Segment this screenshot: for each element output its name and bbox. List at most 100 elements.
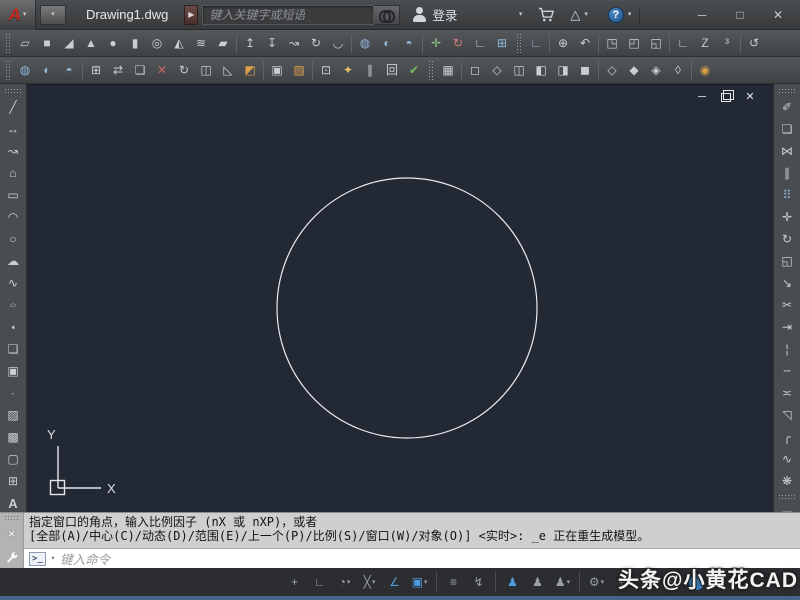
union-icon[interactable]: ◍ (354, 32, 376, 55)
array-icon[interactable]: ⠿ (776, 184, 799, 206)
spline-icon[interactable]: ∿ (2, 272, 25, 294)
ellipse-icon[interactable]: ○ (2, 294, 25, 316)
ortho-mode-icon[interactable]: ∟ (308, 570, 331, 594)
annotation-scale-icon[interactable]: ♟ ▾ (551, 570, 574, 594)
command-close-button[interactable]: ✕ (8, 527, 15, 540)
hatch-icon[interactable]: ▨ (2, 404, 25, 426)
polygon-icon[interactable]: ⌂ (2, 162, 25, 184)
selection-cycling-icon[interactable]: ↯ (467, 570, 490, 594)
box-icon[interactable]: ■ (36, 32, 58, 55)
ucs-object-icon[interactable]: ◰ (623, 32, 645, 55)
planar-surface-icon[interactable]: ▰ (212, 32, 234, 55)
mirror-icon[interactable]: ⋈ (776, 140, 799, 162)
break-at-point-icon[interactable]: ¦ (776, 338, 799, 360)
toolbar-grip[interactable] (5, 33, 11, 53)
autoscale-icon[interactable]: ♟ (526, 570, 549, 594)
app-menu-button[interactable]: A ▾ (0, 0, 36, 30)
multiline-text-icon[interactable]: A (2, 492, 25, 512)
make-block-icon[interactable]: ▣ (2, 360, 25, 382)
se-isometric-icon[interactable]: ◆ (623, 59, 645, 82)
3d-rotate-icon[interactable]: ↻ (447, 32, 469, 55)
chamfer-icon[interactable]: ◹ (776, 404, 799, 426)
separate-solids-icon[interactable]: ∥ (359, 59, 381, 82)
join-icon[interactable]: ≍ (776, 382, 799, 404)
toolbar-grip[interactable] (516, 33, 522, 53)
nw-isometric-icon[interactable]: ◊ (667, 59, 689, 82)
extend-icon[interactable]: ⇥ (776, 316, 799, 338)
sweep-icon[interactable]: ↝ (283, 32, 305, 55)
command-settings-button[interactable] (5, 551, 19, 565)
line-icon[interactable]: ╱ (2, 96, 25, 118)
toolbar-grip[interactable] (778, 88, 796, 94)
ucs-icon[interactable]: ∟ (525, 32, 547, 55)
table-icon[interactable]: ⊞ (2, 470, 25, 492)
polar-tracking-icon[interactable]: ◔ ▾ (333, 570, 356, 594)
scale-icon[interactable]: ◱ (776, 250, 799, 272)
cylinder-icon[interactable]: ▮ (124, 32, 146, 55)
realistic-style-icon[interactable]: ◧ (530, 59, 552, 82)
imprint-icon[interactable]: ⊡ (315, 59, 337, 82)
shell-icon[interactable]: 回 (381, 59, 403, 82)
search-history-button[interactable]: ▶ (184, 4, 199, 25)
quick-access-dropdown[interactable]: ▾ (40, 4, 66, 25)
extrude-faces-icon[interactable]: ⊞ (85, 59, 107, 82)
maximize-button[interactable]: □ (728, 6, 752, 24)
cone-icon[interactable]: ▲ (80, 32, 102, 55)
a360-button[interactable]: △ ▾ (570, 7, 588, 23)
revolve-icon[interactable]: ↻ (305, 32, 327, 55)
explode-icon[interactable]: ❋ (776, 470, 799, 492)
solid-union-icon[interactable]: ◍ (14, 59, 36, 82)
polysolid-icon[interactable]: ▱ (14, 32, 36, 55)
polyline-icon[interactable]: ↝ (2, 140, 25, 162)
store-cart-button[interactable] (538, 7, 556, 22)
ucs-world-icon[interactable]: ⊕ (552, 32, 574, 55)
circle-icon[interactable]: ○ (2, 228, 25, 250)
construction-line-icon[interactable]: ↔ (2, 118, 25, 140)
toolbar-grip[interactable] (428, 60, 434, 80)
offset-faces-icon[interactable]: ◫ (195, 59, 217, 82)
ucs-face-icon[interactable]: ◳ (601, 32, 623, 55)
drawing-canvas[interactable]: ─ ✕ Y X (27, 84, 773, 512)
revision-cloud-icon[interactable]: ☁ (2, 250, 25, 272)
presspull-icon[interactable]: ↧ (261, 32, 283, 55)
extrude-icon[interactable]: ↥ (239, 32, 261, 55)
helix-icon[interactable]: ≋ (190, 32, 212, 55)
wedge-icon[interactable]: ◢ (58, 32, 80, 55)
2d-object-snap-icon[interactable]: ▣ ▾ (408, 570, 431, 594)
3d-array-icon[interactable]: ⊞ (491, 32, 513, 55)
ucs-previous-icon[interactable]: ↶ (574, 32, 596, 55)
stretch-icon[interactable]: ↘ (776, 272, 799, 294)
3d-move-icon[interactable]: ✛ (425, 32, 447, 55)
point-icon[interactable]: ∙ (2, 382, 25, 404)
drawing-minimize-button[interactable]: ─ (695, 91, 709, 103)
move-faces-icon[interactable]: ⇄ (107, 59, 129, 82)
loft-icon[interactable]: ◡ (327, 32, 349, 55)
torus-icon[interactable]: ◎ (146, 32, 168, 55)
toolbar-grip[interactable] (778, 494, 796, 500)
check-icon[interactable]: ✔ (403, 59, 425, 82)
solid-intersect-icon[interactable]: ◓ (58, 59, 80, 82)
clean-icon[interactable]: ✦ (337, 59, 359, 82)
pyramid-icon[interactable]: ◭ (168, 32, 190, 55)
drawn-circle[interactable] (276, 177, 538, 439)
minimize-button[interactable]: ─ (690, 6, 714, 24)
ellipse-arc-icon[interactable]: ◖ (2, 316, 25, 338)
lineweight-icon[interactable]: ≡ (442, 570, 465, 594)
partial-tool-icon[interactable]: ▭ (776, 502, 799, 512)
hidden-style-icon[interactable]: ◫ (508, 59, 530, 82)
search-input[interactable]: 键入关键字或短语 (202, 4, 375, 25)
ucs-z-axis-icon[interactable]: Z (694, 32, 716, 55)
isometric-drafting-icon[interactable]: ╳ ▾ (358, 570, 381, 594)
close-button[interactable]: ✕ (766, 6, 790, 24)
delete-faces-icon[interactable]: ✕ (151, 59, 173, 82)
blend-curves-icon[interactable]: ∿ (776, 448, 799, 470)
2d-wireframe-style-icon[interactable]: ◻ (464, 59, 486, 82)
workspace-switching-icon[interactable]: ⚙ ▾ (585, 570, 608, 594)
command-grip[interactable] (3, 515, 20, 522)
command-input[interactable]: 键入命令 (60, 549, 110, 568)
shaded-style-icon[interactable]: ◼ (574, 59, 596, 82)
rotate-icon[interactable]: ↻ (776, 228, 799, 250)
drawing-restore-button[interactable] (719, 89, 734, 103)
move-icon[interactable]: ✛ (776, 206, 799, 228)
ucs-view-icon[interactable]: ◱ (645, 32, 667, 55)
